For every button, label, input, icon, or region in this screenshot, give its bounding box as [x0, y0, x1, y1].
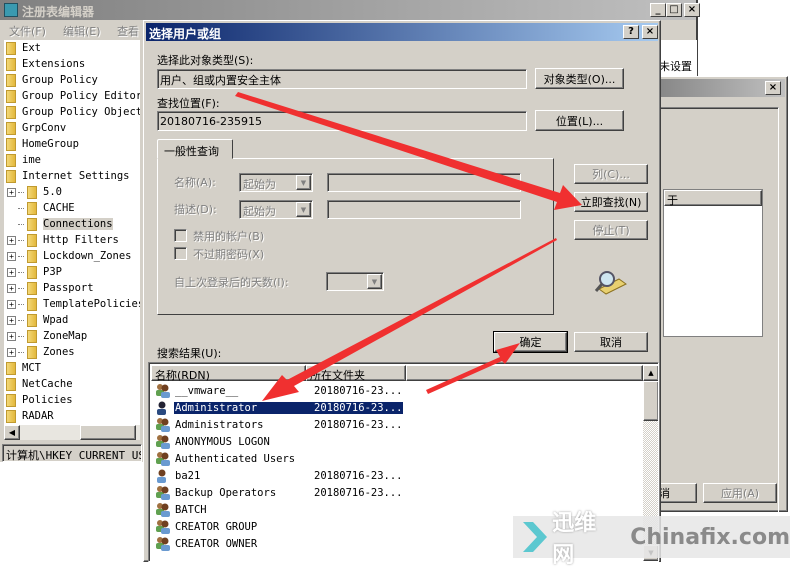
- arrow-to-administrator: [262, 238, 557, 401]
- watermark-en: Chinafix.com: [630, 524, 790, 550]
- arrow-to-ok: [426, 343, 520, 394]
- watermark-chevron-icon: [523, 522, 547, 552]
- watermark: 迅维网 Chinafix.com: [513, 511, 790, 568]
- watermark-cn: 迅维网: [552, 511, 597, 568]
- arrow-to-find-now: [235, 92, 582, 210]
- annotation-arrows: [235, 92, 582, 401]
